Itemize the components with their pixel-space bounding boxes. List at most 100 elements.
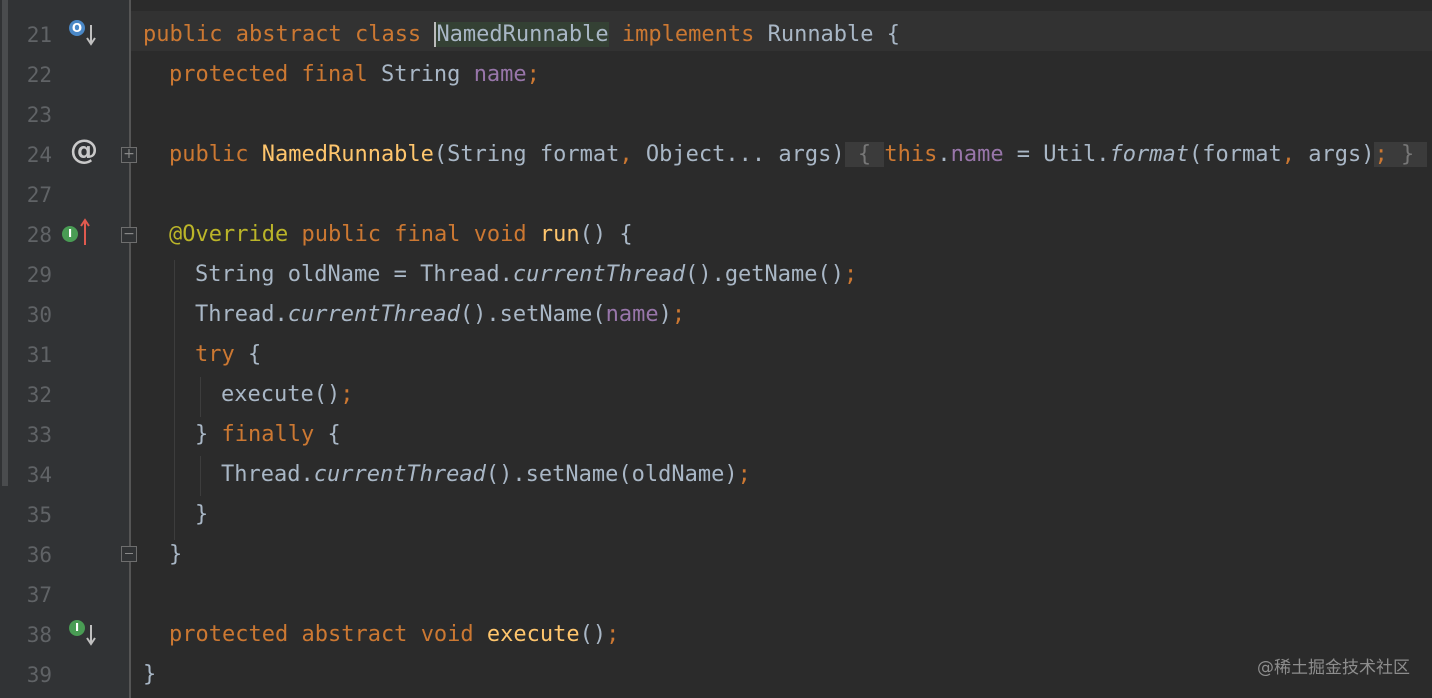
folded-region[interactable]: { — [844, 142, 885, 167]
method-name[interactable]: execute — [487, 622, 580, 647]
code-text[interactable]: } — [169, 535, 182, 575]
keyword: public — [301, 222, 381, 247]
line-number: 29 — [26, 263, 52, 287]
keyword: abstract — [235, 22, 342, 47]
interface-name[interactable]: Runnable — [768, 22, 874, 47]
code-text[interactable]: public abstract class NamedRunnable impl… — [143, 15, 900, 55]
keyword: void — [473, 222, 527, 247]
method-call[interactable]: currentThread — [314, 462, 486, 487]
keyword: try — [195, 342, 235, 367]
code-line-27[interactable]: 27 — [0, 175, 1432, 215]
code-text[interactable]: } — [195, 495, 208, 535]
code-text[interactable]: protected final String name; — [169, 55, 540, 95]
method-call[interactable]: currentThread — [288, 302, 460, 327]
implements-icon[interactable]: I — [62, 226, 78, 242]
implemented-icon[interactable]: I — [69, 620, 85, 636]
class-name[interactable]: NamedRunnable — [434, 22, 609, 47]
code-line-24[interactable]: 24 @ + public NamedRunnable(String forma… — [0, 133, 1432, 175]
code-line-35[interactable]: 35 } — [0, 495, 1432, 535]
type-name: Object... — [645, 142, 766, 167]
brace: { — [857, 142, 872, 167]
code-text[interactable]: } finally { — [195, 415, 341, 455]
brace: { — [248, 342, 262, 367]
code-text[interactable]: Thread.currentThread().setName(oldName); — [221, 455, 751, 495]
fold-end-marker[interactable] — [121, 546, 137, 562]
semicolon: ; — [737, 462, 751, 487]
code-text[interactable]: public NamedRunnable(String format, Obje… — [169, 135, 1428, 175]
code-line-39[interactable]: 39 } — [0, 655, 1432, 695]
semicolon: ; — [340, 382, 354, 407]
keyword: protected — [169, 62, 289, 87]
code-text[interactable]: execute(); — [221, 375, 353, 415]
line-number: 23 — [26, 103, 52, 127]
line-number: 22 — [26, 63, 52, 87]
semicolon: ; — [844, 262, 858, 287]
paren: ( — [433, 142, 448, 167]
annotation-at-icon[interactable]: @ — [70, 133, 98, 166]
semicolon: ; — [1374, 142, 1388, 167]
watermark: @稀土掘金技术社区 — [1257, 658, 1410, 678]
code-line-34[interactable]: 34 Thread.currentThread().setName(oldNam… — [0, 455, 1432, 495]
brace: } — [195, 422, 209, 447]
folded-region[interactable]: } — [1387, 142, 1428, 167]
collapse-fold-button[interactable]: − — [121, 227, 137, 243]
code-text[interactable]: try { — [195, 335, 261, 375]
line-number: 28 — [26, 223, 52, 247]
method-name[interactable]: run — [540, 222, 580, 247]
paren: ) — [831, 142, 845, 167]
line-number: 33 — [26, 423, 52, 447]
code-line-30[interactable]: 30 Thread.currentThread().setName(name); — [0, 295, 1432, 335]
comma: , — [619, 142, 633, 167]
expand-fold-button[interactable]: + — [121, 147, 137, 163]
field-name[interactable]: name — [951, 142, 1004, 167]
method-call[interactable]: format — [1110, 142, 1189, 167]
override-icon[interactable]: O — [69, 20, 85, 36]
brace: { — [886, 22, 901, 47]
keyword: public — [169, 142, 249, 167]
line-number: 37 — [26, 583, 52, 607]
field-name[interactable]: name — [606, 302, 659, 327]
statement: execute() — [221, 382, 341, 407]
code-text[interactable]: Thread.currentThread().setName(name); — [195, 295, 685, 335]
code-text[interactable]: protected abstract void execute(); — [169, 615, 619, 655]
code-text[interactable]: } — [143, 655, 156, 695]
code-text[interactable]: String oldName = Thread.currentThread().… — [195, 255, 857, 295]
code-line-23[interactable]: 23 — [0, 95, 1432, 135]
semicolon: ; — [526, 62, 540, 87]
brace: } — [1400, 142, 1415, 167]
up-arrow-icon — [80, 218, 90, 245]
keyword: class — [354, 22, 422, 47]
line-number: 35 — [26, 503, 52, 527]
constructor-name[interactable]: NamedRunnable — [262, 142, 434, 167]
method-call[interactable]: currentThread — [513, 262, 685, 287]
statement: Thread. — [221, 462, 314, 487]
params: () — [579, 622, 607, 647]
code-line-29[interactable]: 29 String oldName = Thread.currentThread… — [0, 255, 1432, 295]
dot: . — [937, 142, 951, 167]
line-number: 34 — [26, 463, 52, 487]
code-line-37[interactable]: 37 — [0, 575, 1432, 615]
code-line-32[interactable]: 32 execute(); — [0, 375, 1432, 415]
code-line-31[interactable]: 31 try { — [0, 335, 1432, 375]
field-name[interactable]: name — [474, 62, 527, 87]
line-number: 32 — [26, 383, 52, 407]
code-line-38[interactable]: 38 I protected abstract void execute(); — [0, 615, 1432, 655]
keyword: void — [420, 622, 474, 647]
keyword: abstract — [301, 622, 408, 647]
code-line-28[interactable]: 28 I − @Override public final void run()… — [0, 215, 1432, 255]
code-line-36[interactable]: 36 } — [0, 535, 1432, 575]
code-line-22[interactable]: 22 protected final String name; — [0, 55, 1432, 95]
annotation[interactable]: @Override — [169, 222, 288, 247]
keyword: final — [394, 222, 461, 247]
assignment: = Util. — [1003, 142, 1110, 167]
code-line-21[interactable]: 21 O public abstract class NamedRunnable… — [0, 15, 1432, 55]
brace: } — [143, 662, 157, 687]
code-text[interactable]: @Override public final void run() { — [169, 215, 633, 255]
line-number: 38 — [26, 623, 52, 647]
keyword: protected — [169, 622, 289, 647]
type-name: String — [380, 62, 461, 87]
brace: { — [327, 422, 341, 447]
line-number: 21 — [26, 23, 52, 47]
code-line-33[interactable]: 33 } finally { — [0, 415, 1432, 455]
semicolon: ; — [606, 622, 620, 647]
